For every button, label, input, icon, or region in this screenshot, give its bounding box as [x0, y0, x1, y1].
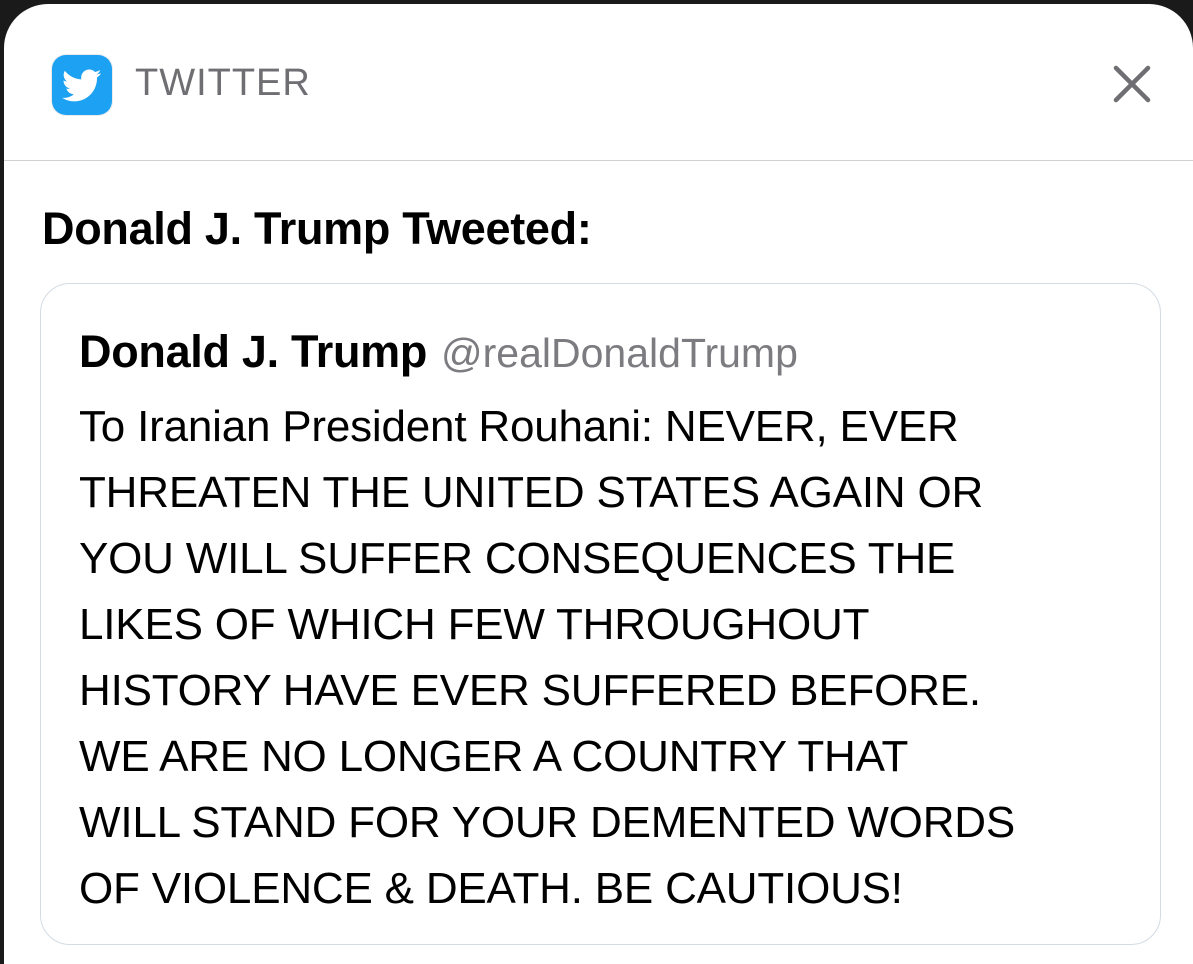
tweet-line: HISTORY HAVE EVER SUFFERED BEFORE. — [79, 666, 981, 715]
author-handle: @realDonaldTrump — [441, 330, 798, 376]
tweet-header: Donald J. Trump @realDonaldTrump — [79, 326, 798, 378]
author-name: Donald J. Trump — [79, 326, 428, 377]
tweet-line: THREATEN THE UNITED STATES AGAIN OR — [79, 468, 984, 517]
tweet-line: To Iranian President Rouhani: NEVER, EVE… — [79, 402, 959, 451]
close-icon[interactable] — [1104, 56, 1160, 112]
notification-card[interactable]: TWITTER Donald J. Trump Tweeted: Donald … — [4, 4, 1193, 964]
app-name: TWITTER — [135, 62, 311, 104]
tweet-line: LIKES OF WHICH FEW THROUGHOUT — [79, 600, 870, 649]
tweet-card[interactable]: Donald J. Trump @realDonaldTrump To Irani… — [40, 283, 1161, 945]
notification-header: TWITTER — [4, 4, 1193, 161]
twitter-bird-icon — [52, 55, 112, 115]
tweet-line: WILL STAND FOR YOUR DEMENTED WORDS — [79, 798, 1015, 847]
tweet-line: WE ARE NO LONGER A COUNTRY THAT — [79, 732, 909, 781]
notification-title: Donald J. Trump Tweeted: — [42, 203, 592, 254]
tweet-text: To Iranian President Rouhani: NEVER, EVE… — [79, 394, 1139, 922]
tweet-line: OF VIOLENCE & DEATH. BE CAUTIOUS! — [79, 864, 903, 913]
tweet-line: YOU WILL SUFFER CONSEQUENCES THE — [79, 534, 956, 583]
close-button[interactable] — [1104, 56, 1160, 112]
